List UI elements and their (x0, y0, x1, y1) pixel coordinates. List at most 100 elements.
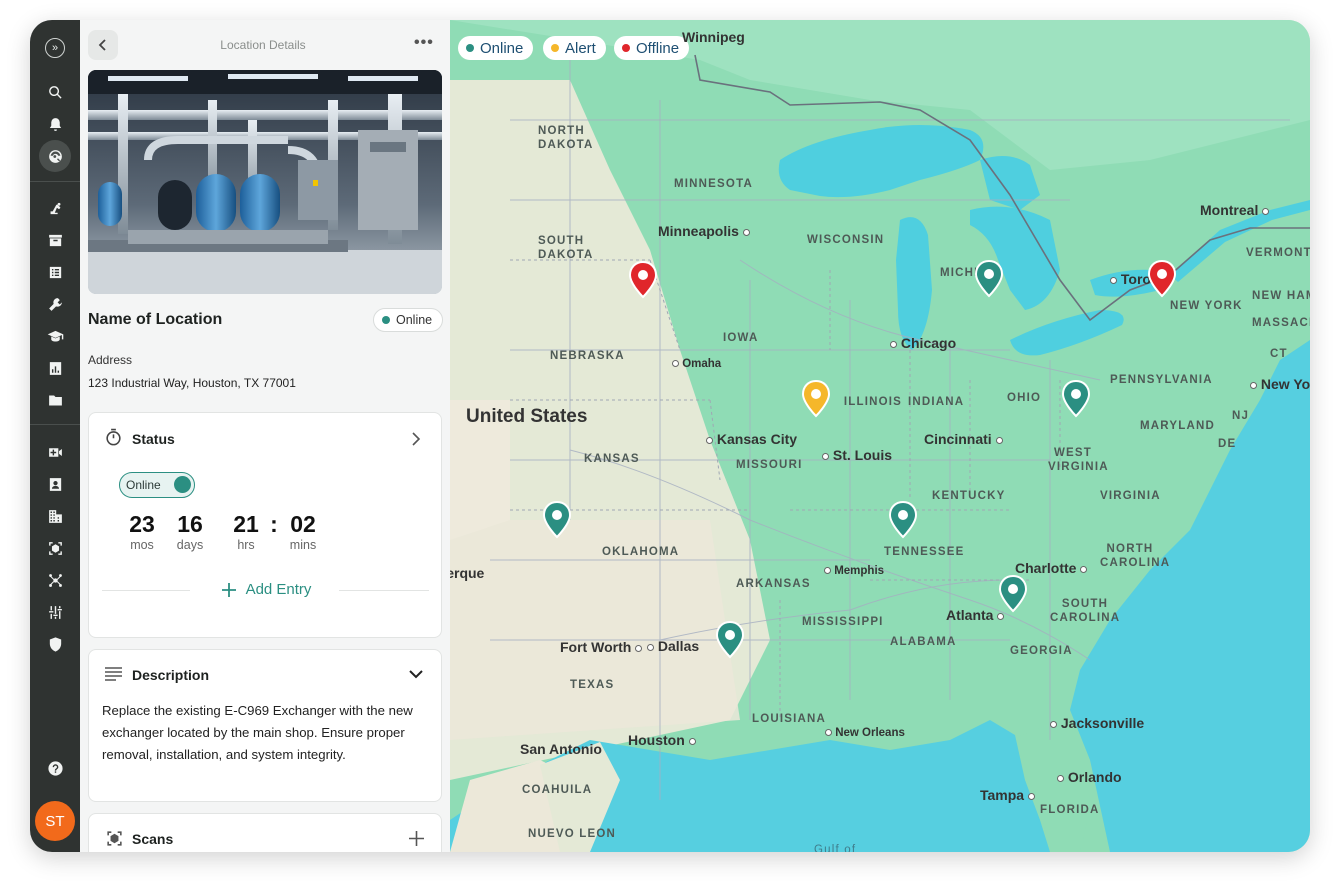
divider (339, 590, 429, 591)
city-dot (1027, 792, 1035, 800)
panel-header: Location Details ••• (80, 20, 450, 70)
robot-arm-icon[interactable] (39, 194, 71, 222)
legend-alert[interactable]: Alert (543, 36, 606, 60)
city-name: Memphis (834, 565, 885, 577)
online-dot (466, 44, 474, 52)
map-marker-online[interactable] (974, 260, 1004, 298)
map-marker-offline[interactable] (1147, 260, 1177, 298)
user-avatar[interactable]: ST (35, 801, 75, 841)
chevron-down-icon[interactable] (409, 669, 423, 679)
search-icon[interactable] (39, 78, 71, 106)
more-options-button[interactable]: ••• (414, 34, 434, 52)
wrench-icon[interactable] (39, 290, 71, 318)
city-dot (995, 436, 1003, 444)
map-search-icon[interactable] (39, 140, 71, 172)
plus-icon[interactable] (409, 831, 424, 846)
city-dot (1250, 381, 1257, 389)
city-name: Omaha (682, 358, 722, 370)
contact-card-icon[interactable] (39, 470, 71, 498)
map-marker-online[interactable] (542, 501, 572, 539)
state-label: NEW YORK (1170, 300, 1243, 312)
state-label: KENTUCKY (932, 490, 1006, 502)
chevron-right-icon[interactable] (411, 432, 421, 446)
sliders-icon[interactable] (39, 598, 71, 626)
status-badge: Online (373, 308, 444, 332)
state-label: SOUTH CAROLINA (1050, 598, 1121, 624)
panel-title: Location Details (220, 38, 306, 52)
report-chart-icon[interactable] (39, 354, 71, 382)
city-dot (890, 340, 897, 348)
plus-icon (221, 582, 236, 597)
city-name: Orlando (1067, 769, 1122, 785)
city-dot (822, 452, 829, 460)
city-label: Kansas City (706, 431, 797, 447)
water-label: Gulf of (814, 844, 857, 852)
state-label: KANSAS (584, 453, 640, 465)
legend-alert-label: Alert (565, 39, 596, 57)
location-details-panel: Location Details ••• Name of Location On… (80, 20, 450, 852)
online-toggle[interactable]: Online (119, 472, 195, 498)
help-icon[interactable] (39, 754, 71, 782)
divider (102, 590, 190, 591)
status-card-title: Status (132, 431, 175, 447)
state-label: MASSACHUSETTS (1252, 317, 1310, 329)
state-label: NORTH CAROLINA (1100, 543, 1171, 569)
building-icon[interactable] (39, 502, 71, 530)
city-name: Cincinnati (924, 431, 992, 447)
city-label: New Orleans (825, 727, 905, 739)
folder-icon[interactable] (39, 386, 71, 414)
state-label: MISSISSIPPI (802, 616, 884, 628)
city-label: New York (1250, 376, 1310, 392)
bell-icon[interactable] (39, 110, 71, 138)
online-toggle-label: Online (126, 478, 161, 492)
scan-cube-icon[interactable] (39, 534, 71, 562)
city-dot (706, 436, 713, 444)
expand-rail-button[interactable]: » (45, 38, 65, 58)
description-text: Replace the existing E-C969 Exchanger wi… (102, 703, 413, 762)
city-label: Minneapolis (658, 223, 750, 239)
city-dot (997, 612, 1005, 620)
map-marker-online[interactable] (998, 575, 1028, 613)
state-label: NJ (1232, 410, 1250, 422)
city-dot (1050, 720, 1057, 728)
city-dot (688, 737, 696, 745)
city-label: Chicago (890, 335, 956, 351)
shield-icon[interactable] (39, 630, 71, 658)
legend-online[interactable]: Online (458, 36, 534, 60)
legend-offline[interactable]: Offline (614, 36, 690, 60)
map-marker-online[interactable] (888, 501, 918, 539)
city-label: Memphis (824, 565, 884, 577)
city-dot (1080, 565, 1088, 573)
city-label: Charlotte (1015, 560, 1088, 576)
timer-months-value: 23 (129, 511, 155, 537)
city-label: Omaha (672, 358, 721, 370)
offline-dot (622, 44, 630, 52)
city-label: Dallas (647, 638, 699, 654)
city-dot (647, 643, 654, 651)
map-marker-online[interactable] (1061, 380, 1091, 418)
graduation-cap-icon[interactable] (39, 322, 71, 350)
description-card: Description Replace the existing E-C969 … (88, 649, 442, 802)
scans-card-title: Scans (132, 831, 174, 847)
video-add-icon[interactable] (39, 438, 71, 466)
state-label: GEORGIA (1010, 645, 1073, 657)
city-dot (825, 729, 832, 737)
location-photo (88, 70, 442, 294)
state-label: MICHIGAN (940, 267, 976, 279)
map-view[interactable]: Online Alert Offline Winnipeg Montreal M… (450, 20, 1310, 852)
map-marker-online[interactable] (715, 621, 745, 659)
map-marker-alert[interactable] (801, 380, 831, 418)
state-label: WEST VIRGINIA (1048, 447, 1109, 473)
add-entry-button[interactable]: Add Entry (89, 581, 443, 598)
city-label: Montreal (1200, 202, 1270, 218)
map-marker-offline[interactable] (628, 261, 658, 299)
state-label: ALABAMA (890, 636, 957, 648)
list-icon[interactable] (39, 258, 71, 286)
state-label: MINNESOTA (674, 178, 753, 190)
network-icon[interactable] (39, 566, 71, 594)
state-label: NEW HAMPSHIRE (1252, 290, 1310, 302)
archive-icon[interactable] (39, 226, 71, 254)
city-dot (1262, 207, 1270, 215)
state-label: FLORIDA (1040, 804, 1100, 816)
city-name: Jacksonville (1060, 715, 1145, 731)
